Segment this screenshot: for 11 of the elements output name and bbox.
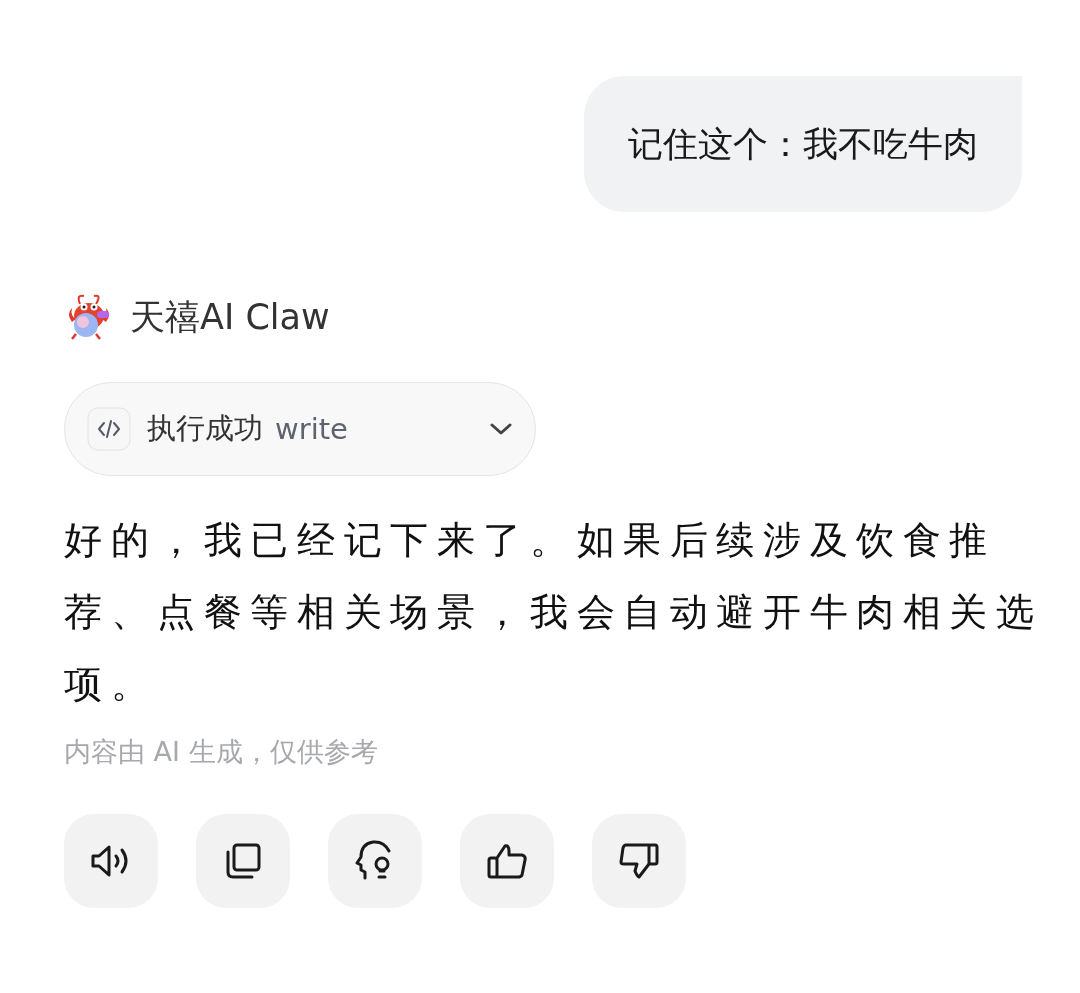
- reply-text: 好的，我已经记下来了。如果后续涉及饮食推荐、点餐等相关场景，我会自动避开牛肉相关选项。: [64, 517, 1044, 708]
- code-icon: [87, 407, 131, 451]
- disclaimer-text: 内容由 AI 生成，仅供参考: [64, 735, 379, 769]
- like-button[interactable]: [460, 814, 554, 908]
- tool-call-button[interactable]: 执行成功 write: [64, 382, 536, 476]
- user-message: 记住这个：我不吃牛肉: [584, 76, 1022, 212]
- idea-button[interactable]: [328, 814, 422, 908]
- copy-button[interactable]: [196, 814, 290, 908]
- read-aloud-button[interactable]: [64, 814, 158, 908]
- dislike-button[interactable]: [592, 814, 686, 908]
- assistant-name: 天禧AI Claw: [130, 295, 330, 339]
